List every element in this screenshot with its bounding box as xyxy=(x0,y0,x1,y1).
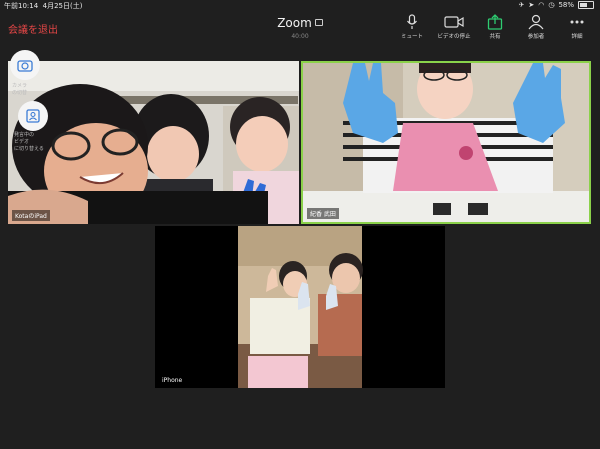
switch-camera-hint: カメラ の切替 xyxy=(12,83,28,96)
status-date: 4月25日(土) xyxy=(42,2,83,10)
mute-label: ミュート xyxy=(400,34,423,40)
status-right: ✈ ➤ ◠ ◷ 58% xyxy=(518,1,594,9)
more-dots-icon xyxy=(570,20,584,24)
wifi-icon: ◠ xyxy=(538,1,545,9)
video-feed-iphone xyxy=(155,226,445,388)
status-time: 午前10:14 xyxy=(4,2,39,10)
tile-iphone[interactable]: iPhone xyxy=(155,226,445,388)
status-time-date: 午前10:14 4月25日(土) xyxy=(4,1,82,11)
camera-switch-icon xyxy=(17,60,33,72)
video-feed-kota xyxy=(8,61,299,224)
participants-button[interactable]: 参加者 xyxy=(516,14,556,40)
speaker-view-icon xyxy=(26,109,40,123)
meeting-topbar: 会議を退出 Zoom 40:00 ミュート ビデオの停止 共有 参加者 詳細 xyxy=(0,12,600,48)
tile-label-takeda: 紀香 武田 xyxy=(307,208,339,219)
location-icon: ➤ xyxy=(528,1,535,9)
stop-video-button[interactable]: ビデオの停止 xyxy=(434,14,474,40)
video-feed-takeda xyxy=(303,63,589,222)
speaker-view-button[interactable] xyxy=(18,101,48,131)
participants-icon xyxy=(528,14,544,30)
airplane-icon: ✈ xyxy=(518,1,525,9)
tile-takeda[interactable]: 紀香 武田 xyxy=(301,61,591,224)
tile-kota-ipad[interactable]: KotaのiPad xyxy=(8,61,299,224)
stop-video-label: ビデオの停止 xyxy=(437,34,471,40)
share-icon xyxy=(487,14,503,30)
tile-label-iphone: iPhone xyxy=(159,376,186,385)
switch-camera-button[interactable] xyxy=(10,50,40,80)
alarm-icon: ◷ xyxy=(548,1,555,9)
speaker-view-hint: 発言中の ビデオ に切り替える xyxy=(14,132,44,152)
microphone-icon xyxy=(407,14,417,29)
camera-icon xyxy=(444,16,464,28)
share-button[interactable]: 共有 xyxy=(475,14,515,40)
lock-icon xyxy=(314,19,323,26)
battery-icon xyxy=(578,1,594,9)
more-label: 詳細 xyxy=(571,34,583,40)
more-button[interactable]: 詳細 xyxy=(557,14,597,40)
share-label: 共有 xyxy=(489,34,501,40)
tile-label-kota: KotaのiPad xyxy=(12,210,50,221)
participants-label: 参加者 xyxy=(527,34,545,40)
mute-button[interactable]: ミュート xyxy=(392,14,432,40)
status-bar: 午前10:14 4月25日(土) ✈ ➤ ◠ ◷ 58% xyxy=(0,0,600,12)
battery-percent: 58% xyxy=(558,1,574,9)
meeting-title-text: Zoom xyxy=(277,16,312,30)
